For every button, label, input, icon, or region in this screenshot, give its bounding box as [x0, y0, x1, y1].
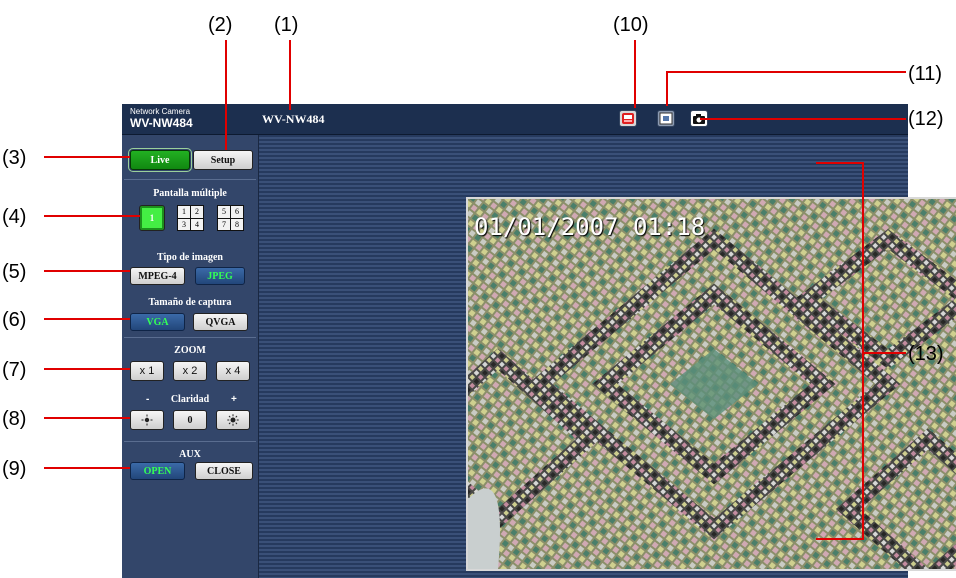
- brightness-title: Claridad: [170, 394, 210, 405]
- callout-13: (13): [908, 343, 944, 365]
- callout-6: (6): [2, 309, 27, 331]
- recording-status-button[interactable]: [619, 110, 637, 127]
- mpeg4-button[interactable]: MPEG-4: [130, 267, 185, 285]
- leader-line-1: [289, 40, 291, 110]
- callout-10: (10): [613, 14, 649, 36]
- live-button[interactable]: Live: [128, 148, 192, 172]
- quad-screen-1-4-button[interactable]: 1 2 3 4: [177, 205, 204, 231]
- cell: 6: [231, 206, 243, 218]
- divider: [124, 179, 256, 180]
- callout-1: (1): [274, 14, 299, 36]
- sun-dim-icon: [141, 414, 153, 426]
- callout-8: (8): [2, 408, 27, 430]
- quad-screen-5-8-button[interactable]: 5 6 7 8: [217, 205, 244, 231]
- bracket-13-side: [862, 162, 864, 540]
- callout-2: (2): [208, 14, 233, 36]
- fullscreen-button[interactable]: [657, 110, 675, 127]
- leader-line-12: [700, 118, 906, 120]
- zoom-title: ZOOM: [174, 345, 206, 356]
- brand-model: WV-NW484: [130, 116, 193, 130]
- callout-11: (11): [908, 63, 943, 85]
- callout-12: (12): [908, 108, 944, 130]
- callout-3: (3): [2, 147, 27, 169]
- cell: 7: [218, 218, 230, 230]
- leader-line-4: [44, 215, 140, 217]
- vga-button[interactable]: VGA: [130, 313, 185, 331]
- cell: 3: [178, 218, 190, 230]
- leader-line-11-v: [666, 71, 668, 106]
- camera-browser-window: Network Camera WV-NW484 WV-NW484 Live Se…: [122, 104, 956, 578]
- leader-line-6: [44, 318, 130, 320]
- jpeg-button[interactable]: JPEG: [195, 267, 245, 285]
- leader-line-7: [44, 368, 130, 370]
- callout-5: (5): [2, 261, 27, 283]
- brand-caption: Network Camera: [130, 107, 191, 116]
- callout-4: (4): [2, 206, 27, 228]
- control-sidebar: Live Setup Pantalla múltiple 1 1 2 3 4 5…: [122, 135, 259, 578]
- camera-title: WV-NW484: [262, 112, 325, 126]
- leader-line-2: [225, 40, 227, 150]
- zoom-x1-button[interactable]: x 1: [130, 361, 164, 381]
- zoom-x2-button[interactable]: x 2: [173, 361, 207, 381]
- bracket-13-top: [816, 162, 864, 164]
- video-area: 01/01/2007 01:18: [259, 135, 956, 578]
- single-screen-button[interactable]: 1: [139, 205, 165, 231]
- aux-title: AUX: [179, 449, 201, 460]
- leader-line-5: [44, 270, 130, 272]
- cell: 1: [178, 206, 190, 218]
- single-screen-label: 1: [142, 208, 162, 228]
- divider: [124, 441, 256, 442]
- cell: 4: [191, 218, 203, 230]
- cell: 5: [218, 206, 230, 218]
- image-type-title: Tipo de imagen: [157, 252, 223, 263]
- live-video-image[interactable]: 01/01/2007 01:18: [466, 197, 956, 571]
- cell: 8: [231, 218, 243, 230]
- multiscreen-title: Pantalla múltiple: [153, 188, 227, 199]
- leader-line-11-h: [666, 71, 906, 73]
- bracket-13-bottom: [816, 538, 864, 540]
- recording-icon: [622, 113, 634, 124]
- brightness-plus-label: +: [231, 394, 237, 405]
- sun-bright-icon: [227, 414, 239, 426]
- aux-close-button[interactable]: CLOSE: [195, 462, 253, 480]
- aux-open-button[interactable]: OPEN: [130, 462, 185, 480]
- video-timestamp: 01/01/2007 01:18: [474, 213, 706, 241]
- setup-button[interactable]: Setup: [193, 150, 253, 170]
- brightness-brighter-button[interactable]: [216, 410, 250, 430]
- fullscreen-icon: [659, 112, 673, 125]
- bracket-13-pointer: [862, 352, 906, 354]
- leader-line-9: [44, 467, 130, 469]
- brightness-reset-button[interactable]: 0: [173, 410, 207, 430]
- video-frame-picture: [468, 199, 956, 569]
- callout-9: (9): [2, 458, 27, 480]
- cell: 2: [191, 206, 203, 218]
- divider: [124, 337, 256, 338]
- leader-line-8: [44, 417, 130, 419]
- qvga-button[interactable]: QVGA: [193, 313, 248, 331]
- leader-line-10: [634, 40, 636, 108]
- zoom-x4-button[interactable]: x 4: [216, 361, 250, 381]
- capture-size-title: Tamaño de captura: [148, 297, 232, 308]
- leader-line-3: [44, 156, 130, 158]
- brightness-darker-button[interactable]: [130, 410, 164, 430]
- callout-7: (7): [2, 359, 27, 381]
